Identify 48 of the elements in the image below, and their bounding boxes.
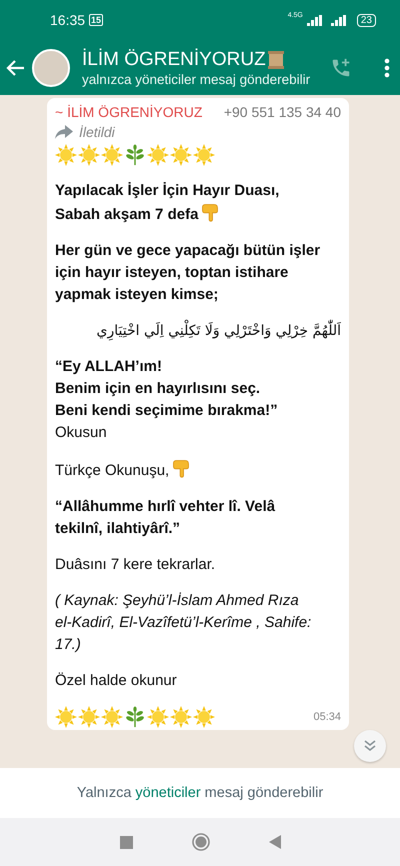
herb-icon <box>124 706 146 728</box>
sun-icon <box>147 706 169 728</box>
forward-arrow-icon <box>55 125 73 139</box>
sun-icon <box>101 144 123 166</box>
add-call-icon[interactable] <box>330 56 352 78</box>
sun-icon <box>78 706 100 728</box>
message-text: “Allâhumme hırlî vehter lî. Velâ tekilnî, ilahtiyârî.” <box>55 497 276 539</box>
forwarded-label: İletildi <box>79 123 115 142</box>
chat-subtitle: yalnızca yöneticiler mesaj gönderebilir <box>82 72 312 86</box>
calendar-badge: 15 <box>89 14 104 26</box>
message-text: Yapılacak İşler İçin Hayır Duası, Sabah akşam 7 defa <box>55 181 280 225</box>
message-time: 05:34 <box>313 710 341 725</box>
chevrons-down-icon <box>363 739 377 753</box>
message-text: Özel halde okunur <box>55 671 178 691</box>
signal-icon <box>306 14 323 26</box>
message-text: Duâsını 7 kere tekrarlar. <box>55 555 216 575</box>
chat-title: İLİM ÖGRENİYORUZ <box>82 48 266 70</box>
sun-icon <box>78 144 100 166</box>
clock-time: 16:35 <box>50 12 86 28</box>
message-text: Her gün ve gece yapacağı bütün işler için hayır isteyen, toptan istihare yapmak isteyen kimse; <box>55 241 322 305</box>
back-nav-icon[interactable] <box>268 835 280 849</box>
sun-icon <box>193 144 215 166</box>
home-nav-icon[interactable] <box>192 833 210 851</box>
sun-icon <box>170 706 192 728</box>
battery-level: 23 <box>356 14 376 26</box>
sun-icon <box>55 144 77 166</box>
message-text: Türkçe Okunuşu, <box>55 458 341 482</box>
square-nav-icon[interactable] <box>120 836 132 848</box>
sender-phone: +90 551 135 34 40 <box>224 103 341 122</box>
sun-icon <box>193 706 215 728</box>
herb-icon <box>124 144 146 166</box>
footer-text: Yalnızca <box>76 785 132 801</box>
sun-icon <box>101 706 123 728</box>
menu-icon[interactable] <box>384 58 390 78</box>
arabic-text: اَللّٰهُمَّ خِرْلِي وَاخْتَرْلِي وَلَا تَكِلْنِي اِلَي اخْتِيَارِي <box>55 320 341 342</box>
back-arrow-icon[interactable] <box>6 58 26 78</box>
scroll-icon <box>268 50 284 68</box>
message-text: ( Kaynak: Şeyhü’l-İslam Ahmed Rıza el-Kadirî, El-Vazîfetü’l-Kerîme , Sahife: 17.) <box>55 591 312 655</box>
message-text: “Ey ALLAH’ım! Benim için en hayırlısını seç. Beni kendi seçimime bırakma!” Okusun <box>55 357 279 443</box>
sun-icon <box>170 144 192 166</box>
admins-link[interactable]: yöneticiler <box>135 785 201 801</box>
sun-icon <box>55 706 77 728</box>
group-avatar[interactable] <box>32 48 70 86</box>
sender-name: ~ İLİM ÖGRENİYORUZ <box>55 103 202 122</box>
footer-text: mesaj gönderebilir <box>204 785 324 801</box>
signal-icon <box>330 14 347 26</box>
scroll-down-button[interactable] <box>354 730 386 762</box>
sun-icon <box>147 144 169 166</box>
